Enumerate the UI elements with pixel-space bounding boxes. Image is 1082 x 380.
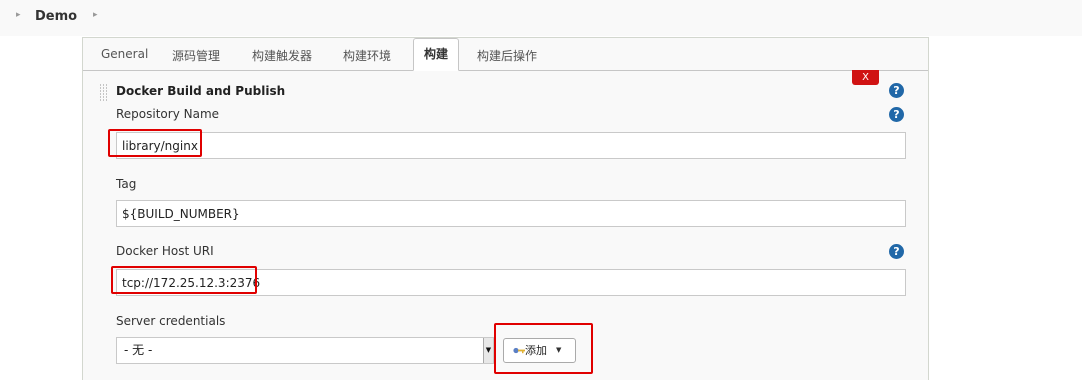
repository-name-label: Repository Name bbox=[116, 107, 220, 121]
delete-build-step-button[interactable]: X bbox=[852, 70, 879, 85]
dropdown-arrow-icon[interactable]: ▼ bbox=[483, 338, 493, 363]
drag-handle[interactable] bbox=[100, 84, 109, 102]
breadcrumb-item-demo[interactable]: Demo bbox=[35, 9, 77, 24]
breadcrumb: ▸ Demo ▸ bbox=[0, 0, 1082, 36]
tab-build[interactable]: 构建 bbox=[413, 38, 460, 71]
highlight-box bbox=[494, 323, 593, 374]
docker-host-uri-help-icon[interactable]: ? bbox=[889, 244, 904, 259]
tag-label: Tag bbox=[116, 177, 137, 191]
breadcrumb-separator-icon: ▸ bbox=[16, 10, 21, 20]
config-tabbar: General 源码管理 构建触发器 构建环境 构建 构建后操作 bbox=[83, 38, 928, 71]
tag-input[interactable] bbox=[116, 200, 906, 227]
repository-name-input[interactable] bbox=[116, 132, 906, 159]
repository-name-help-icon[interactable]: ? bbox=[889, 107, 904, 122]
tab-general[interactable]: General bbox=[101, 47, 148, 61]
tab-build-triggers[interactable]: 构建触发器 bbox=[252, 47, 312, 64]
job-config-panel: General 源码管理 构建触发器 构建环境 构建 构建后操作 Docker … bbox=[82, 37, 929, 380]
server-credentials-selected: - 无 - bbox=[124, 343, 153, 357]
tab-build-environment[interactable]: 构建环境 bbox=[343, 47, 391, 64]
build-step-title: Docker Build and Publish bbox=[116, 84, 286, 98]
server-credentials-select[interactable]: - 无 - ▼ bbox=[116, 337, 494, 364]
docker-host-uri-label: Docker Host URI bbox=[116, 244, 214, 258]
server-credentials-label: Server credentials bbox=[116, 314, 226, 328]
tab-post-build-actions[interactable]: 构建后操作 bbox=[477, 47, 537, 64]
breadcrumb-menu-icon[interactable]: ▸ bbox=[93, 10, 98, 20]
help-icon[interactable]: ? bbox=[889, 83, 904, 98]
highlight-box bbox=[108, 129, 202, 157]
tab-source-code-management[interactable]: 源码管理 bbox=[172, 47, 220, 64]
highlight-box bbox=[111, 266, 257, 294]
